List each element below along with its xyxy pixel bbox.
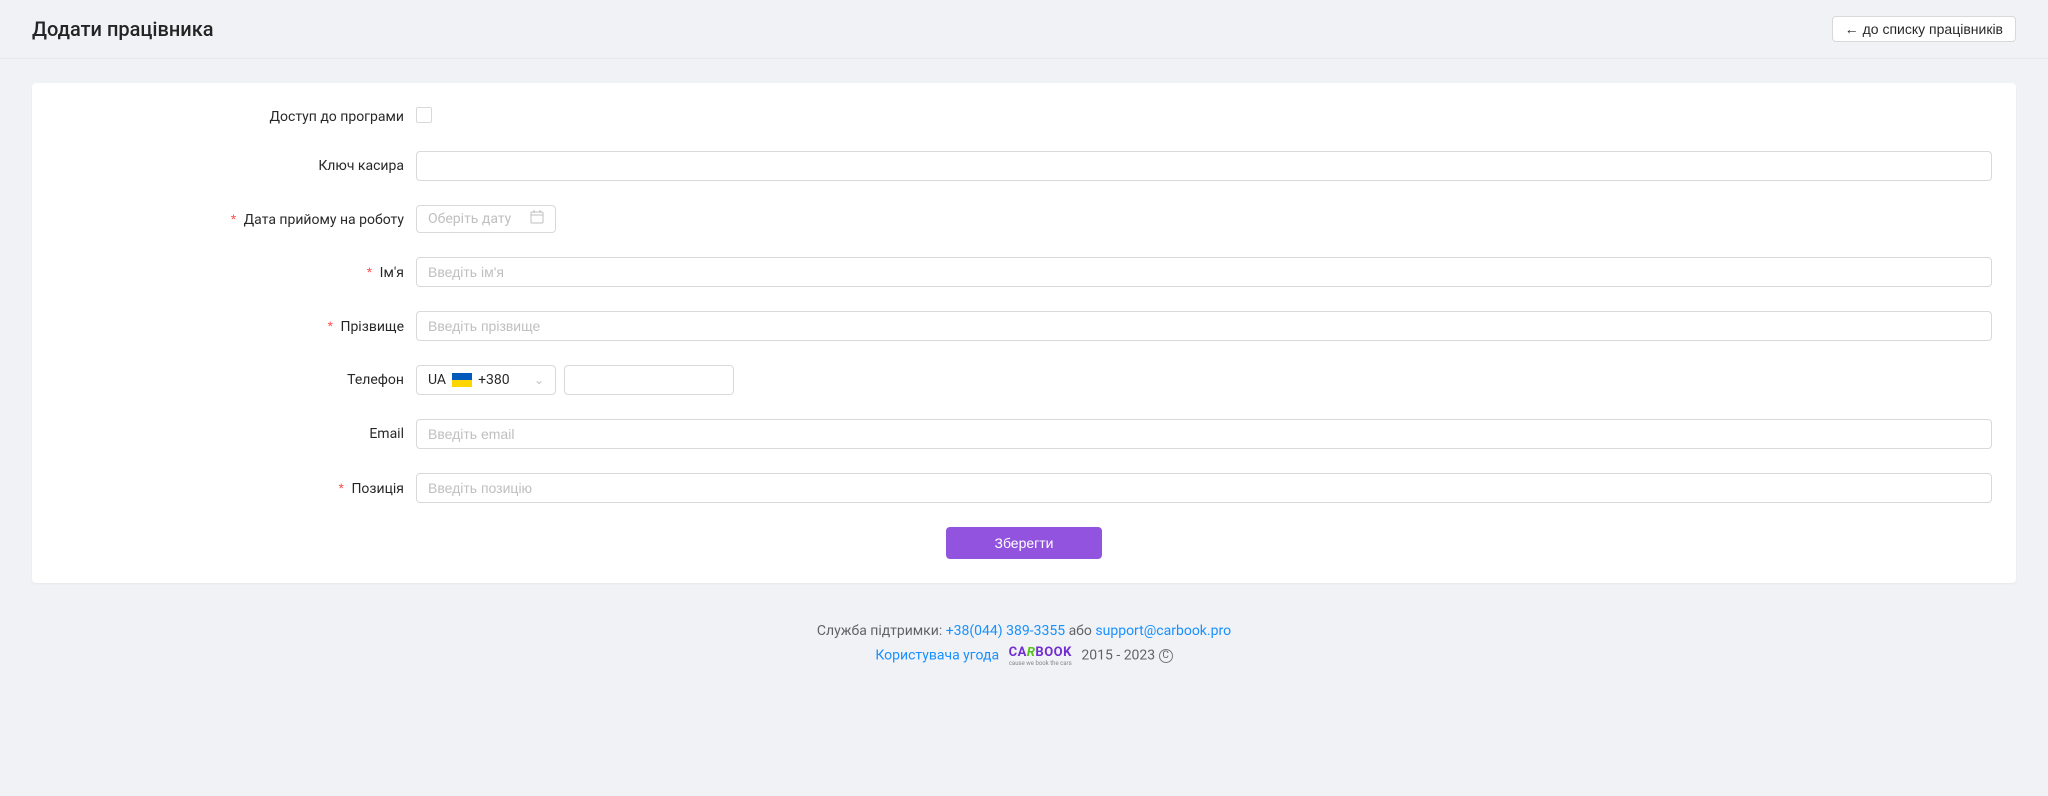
form-card: Доступ до програми Ключ касира * Дата пр… xyxy=(32,83,2016,583)
back-button-label: до списку працівників xyxy=(1863,21,2003,37)
first-name-label: * Ім'я xyxy=(56,264,416,281)
hire-date-label-text: Дата прийому на роботу xyxy=(244,212,404,228)
date-picker-placeholder: Оберіть дату xyxy=(428,211,511,227)
hire-date-label: * Дата прийому на роботу xyxy=(56,211,416,228)
support-label: Служба підтримки: xyxy=(817,623,942,639)
phone-label: Телефон xyxy=(56,372,416,388)
phone-row: Телефон UA +380 ⌄ xyxy=(56,365,1992,395)
phone-country-select[interactable]: UA +380 ⌄ xyxy=(416,365,556,395)
first-name-control xyxy=(416,257,1992,287)
logo-tagline: cause we book the cars xyxy=(1009,660,1072,667)
first-name-row: * Ім'я xyxy=(56,257,1992,287)
hire-date-control: Оберіть дату xyxy=(416,205,1992,233)
hire-date-row: * Дата прийому на роботу Оберіть дату xyxy=(56,205,1992,233)
cashier-key-label: Ключ касира xyxy=(56,158,416,174)
cashier-key-input[interactable] xyxy=(416,151,1992,181)
position-control xyxy=(416,473,1992,503)
copyright-icon: C xyxy=(1159,649,1173,663)
email-input[interactable] xyxy=(416,419,1992,449)
user-agreement-link[interactable]: Користувача угода xyxy=(875,648,999,664)
access-control xyxy=(416,107,1992,127)
cashier-key-row: Ключ касира xyxy=(56,151,1992,181)
last-name-row: * Прізвище xyxy=(56,311,1992,341)
back-to-list-button[interactable]: ← до списку працівників xyxy=(1832,16,2016,42)
arrow-left-icon: ← xyxy=(1845,21,1859,37)
required-mark: * xyxy=(367,264,372,280)
access-checkbox[interactable] xyxy=(416,107,432,123)
required-mark: * xyxy=(231,211,236,227)
support-phone-link[interactable]: +38(044) 389-3355 xyxy=(946,623,1065,639)
phone-number-input[interactable] xyxy=(564,365,734,395)
email-control xyxy=(416,419,1992,449)
access-row: Доступ до програми xyxy=(56,107,1992,127)
position-input[interactable] xyxy=(416,473,1992,503)
required-mark: * xyxy=(339,480,344,496)
cashier-key-control xyxy=(416,151,1992,181)
page-header: Додати працівника ← до списку працівникі… xyxy=(0,0,2048,59)
phone-prefix-text: +380 xyxy=(478,372,510,388)
position-row: * Позиція xyxy=(56,473,1992,503)
phone-control: UA +380 ⌄ xyxy=(416,365,1992,395)
submit-row: Зберегти xyxy=(56,527,1992,559)
support-email-link[interactable]: support@carbook.pro xyxy=(1095,623,1231,639)
phone-group: UA +380 ⌄ xyxy=(416,365,1992,395)
last-name-label-text: Прізвище xyxy=(340,319,404,335)
footer: Служба підтримки: +38(044) 389-3355 або … xyxy=(0,607,2048,697)
email-label: Email xyxy=(56,426,416,442)
last-name-control xyxy=(416,311,1992,341)
carbook-logo: CARBOOK cause we book the cars xyxy=(1009,645,1072,667)
required-mark: * xyxy=(328,318,333,334)
years-text: 2015 - 2023 xyxy=(1081,648,1155,664)
calendar-icon xyxy=(530,210,544,228)
position-label: * Позиція xyxy=(56,480,416,497)
support-or: або xyxy=(1069,623,1092,639)
last-name-input[interactable] xyxy=(416,311,1992,341)
hire-date-picker[interactable]: Оберіть дату xyxy=(416,205,556,233)
first-name-label-text: Ім'я xyxy=(380,265,404,281)
page-title: Додати працівника xyxy=(32,17,214,41)
legal-row: Користувача угода CARBOOK cause we book … xyxy=(0,645,2048,667)
phone-country-code: UA xyxy=(428,372,446,388)
position-label-text: Позиція xyxy=(351,481,404,497)
email-row: Email xyxy=(56,419,1992,449)
first-name-input[interactable] xyxy=(416,257,1992,287)
support-row: Служба підтримки: +38(044) 389-3355 або … xyxy=(0,623,2048,639)
access-label: Доступ до програми xyxy=(56,109,416,125)
ukraine-flag-icon xyxy=(452,373,472,387)
last-name-label: * Прізвище xyxy=(56,318,416,335)
chevron-down-icon: ⌄ xyxy=(534,373,544,387)
save-button[interactable]: Зберегти xyxy=(946,527,1101,559)
